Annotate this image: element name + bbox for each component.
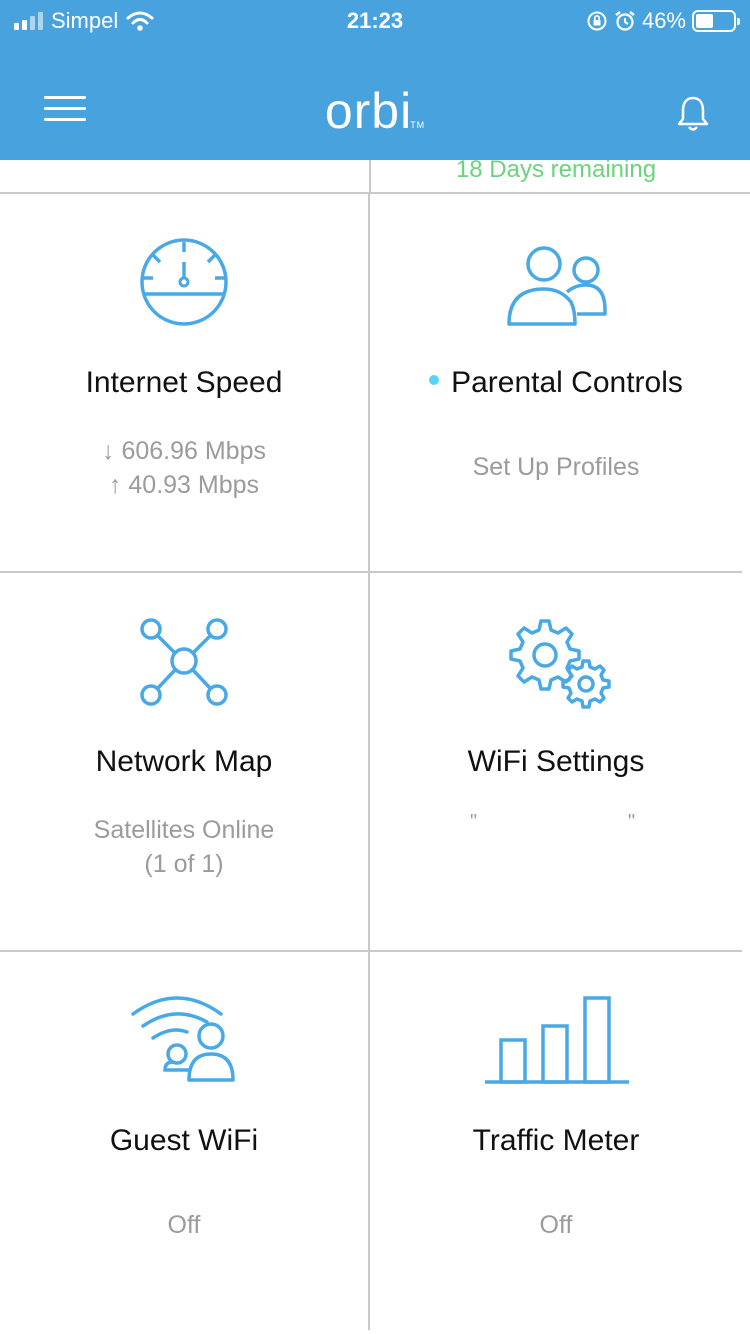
bar-chart-icon xyxy=(485,996,629,1084)
status-dot xyxy=(429,375,440,386)
users-icon xyxy=(507,246,607,326)
tile-title: Network Map xyxy=(95,745,273,778)
tile-title: WiFi Settings xyxy=(467,745,645,778)
logo-text: orbi xyxy=(324,83,413,139)
download-speed: ↓ 606.96 Mbps xyxy=(102,437,266,465)
notification-bell-icon[interactable] xyxy=(674,94,712,134)
tile-wifi-settings[interactable]: WiFi Settings " " xyxy=(370,573,742,951)
tile-guest-wifi[interactable]: Guest WiFi Off xyxy=(0,952,370,1330)
speedometer-icon xyxy=(140,238,228,326)
rotation-lock-icon xyxy=(587,11,607,31)
tile-network-map[interactable]: Network Map Satellites Online (1 of 1) xyxy=(0,573,370,951)
gears-icon xyxy=(509,619,611,709)
guest-wifi-status: Off xyxy=(167,1211,201,1239)
top-strip: 18 Days remaining xyxy=(0,156,750,194)
satellites-status: Satellites Online (1 of 1) xyxy=(93,816,275,878)
app-header: Simpel 21:23 46% orbiTM xyxy=(0,0,750,160)
tile-parental-controls[interactable]: Parental Controls Set Up Profiles xyxy=(370,194,742,572)
orbi-logo: orbiTM xyxy=(0,82,750,140)
status-bar: Simpel 21:23 46% xyxy=(0,0,750,44)
guest-wifi-icon xyxy=(131,996,235,1082)
nav-bar: orbiTM xyxy=(0,44,750,160)
days-remaining-label: 18 Days remaining xyxy=(455,156,657,183)
tile-title: Internet Speed xyxy=(85,366,283,399)
battery-percent: 46% xyxy=(641,8,686,33)
tile-traffic-meter[interactable]: Traffic Meter Off xyxy=(370,952,742,1330)
upload-speed: ↑ 40.93 Mbps xyxy=(108,471,260,499)
battery-icon xyxy=(692,10,740,32)
tile-title: Parental Controls xyxy=(370,366,742,400)
logo-trademark: TM xyxy=(410,120,426,130)
traffic-meter-status: Off xyxy=(539,1211,573,1239)
alarm-icon xyxy=(615,11,635,31)
setup-profiles-link[interactable]: Set Up Profiles xyxy=(370,450,742,484)
tile-title: Traffic Meter xyxy=(472,1124,640,1157)
tile-internet-speed[interactable]: Internet Speed ↓ 606.96 Mbps ↑ 40.93 Mbp… xyxy=(0,194,370,572)
network-map-icon xyxy=(140,618,228,706)
speed-readout: ↓ 606.96 Mbps ↑ 40.93 Mbps xyxy=(0,434,368,502)
tile-title: Guest WiFi xyxy=(109,1124,259,1157)
